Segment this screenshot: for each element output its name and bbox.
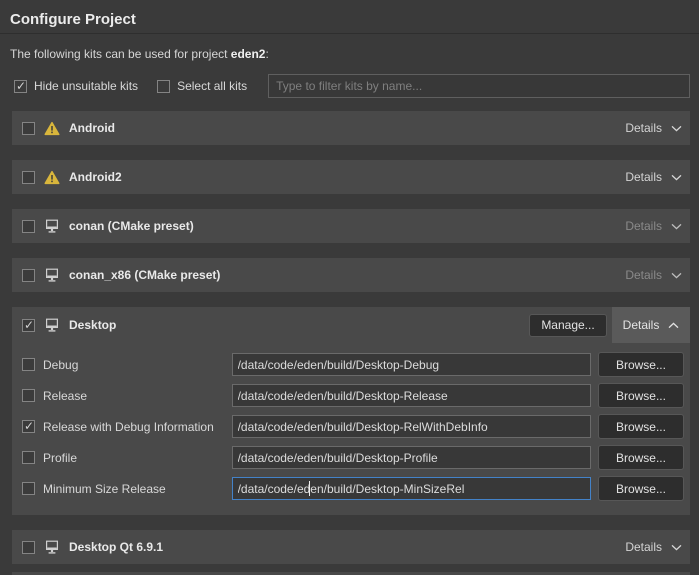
config-row-relwithdebinfo: Release with Debug Information Browse... (22, 411, 684, 442)
chevron-down-icon (671, 174, 682, 181)
browse-button[interactable]: Browse... (598, 445, 684, 470)
project-name: eden2 (231, 47, 266, 61)
manage-kits-button[interactable]: Manage... (529, 314, 607, 337)
kit-name: Desktop (69, 318, 116, 332)
details-toggle-disabled: Details (617, 258, 690, 292)
configure-project-page: Configure Project The following kits can… (0, 0, 699, 575)
kit-row-conan-x86: conan_x86 (CMake preset) Details (12, 258, 690, 292)
kit-checkbox[interactable] (22, 171, 35, 184)
details-toggle[interactable]: Details (617, 530, 690, 564)
kit-checkbox[interactable] (22, 220, 35, 233)
kit-row-android: Android Details (12, 111, 690, 145)
hide-unsuitable-kits-label: Hide unsuitable kits (34, 79, 138, 93)
select-all-kits-checkbox[interactable]: Select all kits (157, 79, 247, 93)
kit-name: Android (69, 121, 115, 135)
kit-name: Desktop Qt 6.9.1 (69, 540, 163, 554)
config-row-release: Release Browse... (22, 380, 684, 411)
intro-text: The following kits can be used for proje… (0, 34, 699, 61)
kit-checkbox-checked[interactable] (22, 319, 35, 332)
checkbox-checked-icon[interactable] (14, 80, 27, 93)
config-label: Debug (43, 358, 232, 372)
kit-section-desktop: Desktop Manage... Details Debug Browse..… (12, 307, 690, 515)
kit-row-desktop-qt: Desktop Qt 6.9.1 Details (12, 530, 690, 564)
config-checkbox[interactable] (22, 451, 35, 464)
kit-list: Android Details Android2 Details c (12, 111, 690, 575)
hide-unsuitable-kits-checkbox[interactable]: Hide unsuitable kits (14, 79, 138, 93)
config-label: Release (43, 389, 232, 403)
details-label: Details (623, 318, 660, 332)
kit-checkbox[interactable] (22, 122, 35, 135)
page-title: Configure Project (0, 0, 699, 33)
warning-icon (44, 121, 60, 136)
desktop-icon (44, 268, 60, 283)
config-label: Profile (43, 451, 232, 465)
config-checkbox[interactable] (22, 482, 35, 495)
intro-suffix: : (265, 47, 268, 61)
browse-button[interactable]: Browse... (598, 352, 684, 377)
config-checkbox[interactable] (22, 358, 35, 371)
select-all-kits-label: Select all kits (177, 79, 247, 93)
details-label: Details (625, 170, 662, 184)
kit-name: Android2 (69, 170, 122, 184)
kit-row-desktop: Desktop Manage... Details (12, 307, 690, 343)
build-config-list: Debug Browse... Release Browse... (12, 343, 690, 515)
warning-icon (44, 170, 60, 185)
filter-row: Hide unsuitable kits Select all kits (0, 61, 699, 98)
kit-row-conan: conan (CMake preset) Details (12, 209, 690, 243)
build-dir-input-relwithdebinfo[interactable] (232, 415, 591, 438)
chevron-down-icon (671, 272, 682, 279)
kit-row-android2: Android2 Details (12, 160, 690, 194)
details-label: Details (625, 121, 662, 135)
config-row-debug: Debug Browse... (22, 349, 684, 380)
config-label: Minimum Size Release (43, 482, 232, 496)
chevron-up-icon (668, 322, 679, 329)
kit-name: conan (CMake preset) (69, 219, 194, 233)
browse-button[interactable]: Browse... (598, 414, 684, 439)
build-dir-input-release[interactable] (232, 384, 591, 407)
chevron-down-icon (671, 544, 682, 551)
kit-filter-input[interactable] (268, 74, 690, 98)
kit-checkbox[interactable] (22, 541, 35, 554)
desktop-icon (44, 540, 60, 555)
kit-checkbox[interactable] (22, 269, 35, 282)
details-label: Details (625, 219, 662, 233)
config-checkbox[interactable] (22, 389, 35, 402)
config-row-profile: Profile Browse... (22, 442, 684, 473)
chevron-down-icon (671, 223, 682, 230)
browse-button[interactable]: Browse... (598, 476, 684, 501)
browse-button[interactable]: Browse... (598, 383, 684, 408)
details-toggle[interactable]: Details (617, 160, 690, 194)
desktop-icon (44, 318, 60, 333)
details-label: Details (625, 540, 662, 554)
config-label: Release with Debug Information (43, 420, 232, 434)
kit-name: conan_x86 (CMake preset) (69, 268, 220, 282)
details-toggle-expanded[interactable]: Details (612, 307, 690, 343)
details-label: Details (625, 268, 662, 282)
config-checkbox-checked[interactable] (22, 420, 35, 433)
build-dir-input-profile[interactable] (232, 446, 591, 469)
intro-prefix: The following kits can be used for proje… (10, 47, 231, 61)
build-dir-input-debug[interactable] (232, 353, 591, 376)
config-row-minsizerel: Minimum Size Release Browse... (22, 473, 684, 504)
text-caret (309, 481, 310, 496)
chevron-down-icon (671, 125, 682, 132)
build-dir-input-minsizerel[interactable] (232, 477, 591, 500)
desktop-icon (44, 219, 60, 234)
checkbox-unchecked-icon[interactable] (157, 80, 170, 93)
details-toggle[interactable]: Details (617, 111, 690, 145)
details-toggle-disabled: Details (617, 209, 690, 243)
